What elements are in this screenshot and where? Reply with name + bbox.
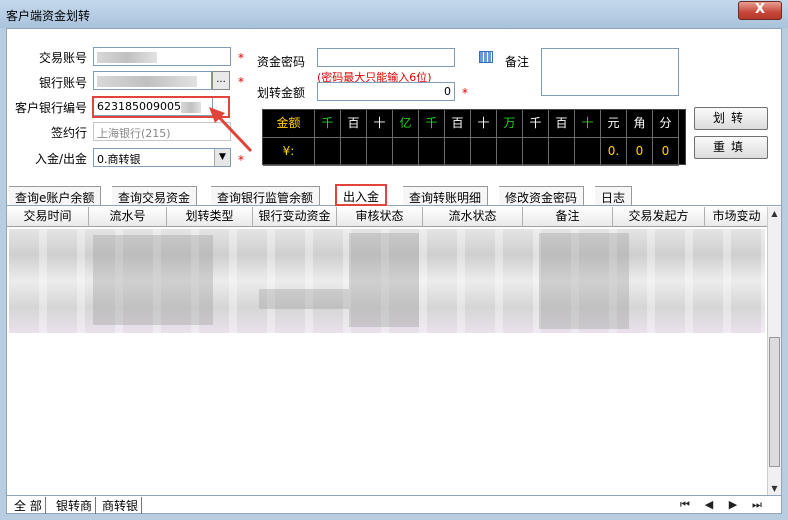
- transfer-window: 客户端资金划转 X 交易账号 * 银行账号 ... * 客户银行编号 62318…: [0, 0, 788, 520]
- vertical-scrollbar[interactable]: ▲ ▼: [767, 207, 781, 495]
- column-header[interactable]: 银行变动资金: [253, 207, 337, 227]
- amount-cell: [341, 138, 367, 166]
- tab-deposit-withdraw[interactable]: 出入金: [335, 184, 388, 206]
- column-header[interactable]: 划转类型: [167, 207, 253, 227]
- amount-cell: 百: [549, 110, 575, 138]
- amount-cell: 千: [419, 110, 445, 138]
- column-header[interactable]: 备注: [523, 207, 613, 227]
- remark-label: 备注: [505, 55, 530, 69]
- redacted-cell: [539, 233, 629, 329]
- amount-cell: [471, 138, 497, 166]
- amount-cell: 金额: [263, 110, 315, 138]
- bottom-tab-bank-to-trade[interactable]: 银转商: [53, 497, 97, 514]
- bottom-tab-trade-to-bank[interactable]: 商转银: [99, 497, 143, 514]
- sign-bank-label: 签约行: [50, 126, 87, 140]
- next-page-icon[interactable]: ▶: [725, 497, 741, 513]
- tab-change-fund-password[interactable]: 修改资金密码: [499, 186, 585, 205]
- amount-cell: 0: [653, 138, 679, 166]
- amount-cell: 分: [653, 110, 679, 138]
- required-mark: *: [238, 51, 244, 65]
- bottom-tab-all[interactable]: 全 部: [11, 497, 46, 514]
- amount-cell: 百: [445, 110, 471, 138]
- column-header[interactable]: 流水号: [89, 207, 167, 227]
- bank-customer-no-label: 客户银行编号: [14, 101, 87, 115]
- bottom-bar: 全 部 银转商 商转银 ⏮ ◀ ▶ ⏭: [7, 495, 781, 514]
- amount-cell: [367, 138, 393, 166]
- bank-account-input[interactable]: [93, 71, 212, 90]
- window-title: 客户端资金划转: [6, 9, 91, 23]
- fund-password-label: 资金密码: [257, 55, 306, 69]
- amount-cell: [393, 138, 419, 166]
- scroll-down-icon[interactable]: ▼: [768, 482, 781, 495]
- amount-cell: 0.: [601, 138, 627, 166]
- direction-value: 0.商转银: [97, 153, 141, 166]
- amount-cell: 百: [341, 110, 367, 138]
- amount-cell: 十: [367, 110, 393, 138]
- tab-log[interactable]: 日志: [595, 186, 633, 205]
- amount-cell: [549, 138, 575, 166]
- fund-password-input[interactable]: [317, 48, 455, 67]
- tab-transfer-detail[interactable]: 查询转账明细: [403, 186, 489, 205]
- column-header[interactable]: 审核状态: [337, 207, 423, 227]
- column-header[interactable]: 流水状态: [423, 207, 523, 227]
- transfer-form: 交易账号 * 银行账号 ... * 客户银行编号 623185009005 签约…: [7, 29, 781, 184]
- tab-e-account-balance[interactable]: 查询e账户余额: [9, 186, 102, 205]
- title-bar: 客户端资金划转 X: [0, 0, 788, 28]
- amount-cell: 0: [627, 138, 653, 166]
- amount-cell: 十: [471, 110, 497, 138]
- amount-cell: [419, 138, 445, 166]
- redacted-rows: [9, 229, 765, 333]
- amount-cell: [497, 138, 523, 166]
- close-button[interactable]: X: [738, 1, 782, 20]
- required-mark: *: [238, 153, 244, 167]
- client-area: 交易账号 * 银行账号 ... * 客户银行编号 623185009005 签约…: [6, 28, 782, 514]
- required-mark: *: [462, 86, 468, 100]
- amount-cell: 十: [575, 110, 601, 138]
- bank-account-browse-button[interactable]: ...: [212, 71, 230, 90]
- first-page-icon[interactable]: ⏮: [677, 497, 693, 513]
- amount-cell: 角: [627, 110, 653, 138]
- column-header[interactable]: 交易发起方: [613, 207, 705, 227]
- redacted-cell: [93, 235, 213, 325]
- remark-input[interactable]: [541, 48, 679, 96]
- required-mark: *: [238, 75, 244, 89]
- amount-cell: 千: [523, 110, 549, 138]
- amount-cell: [523, 138, 549, 166]
- redacted-cell: [349, 233, 419, 327]
- transfer-button[interactable]: 划转: [694, 107, 768, 130]
- amount-cell: [445, 138, 471, 166]
- amount-cell: 亿: [393, 110, 419, 138]
- amount-cell: [575, 138, 601, 166]
- direction-label: 入金/出金: [34, 152, 87, 166]
- transfer-amount-label: 划转金额: [257, 86, 306, 100]
- scroll-up-icon[interactable]: ▲: [768, 207, 781, 220]
- trade-account-input[interactable]: [93, 47, 231, 66]
- column-header[interactable]: 交易时间: [7, 207, 89, 227]
- annotation-arrow: [209, 107, 253, 153]
- last-page-icon[interactable]: ⏭: [749, 497, 765, 513]
- transfer-amount-input[interactable]: 0: [317, 82, 455, 101]
- redacted-cell: [259, 289, 349, 309]
- reset-button[interactable]: 重填: [694, 136, 768, 159]
- table-header: 交易时间 流水号 划转类型 银行变动资金 审核状态 流水状态 备注 交易发起方 …: [7, 207, 769, 227]
- amount-cell: [315, 138, 341, 166]
- tab-bar: 查询e账户余额 查询交易资金 查询银行监管余额 出入金 查询转账明细 修改资金密…: [7, 184, 781, 206]
- trade-account-label: 交易账号: [38, 51, 87, 65]
- table-body: [7, 227, 769, 495]
- amount-cell: 万: [497, 110, 523, 138]
- amount-cell: ¥:: [263, 138, 315, 166]
- bank-account-label: 银行账号: [38, 76, 87, 90]
- amount-display: 金额千百十亿千百十万千百十元角分 ¥: 0. 0 0: [262, 109, 686, 166]
- scroll-thumb[interactable]: [769, 337, 780, 467]
- prev-page-icon[interactable]: ◀: [701, 497, 717, 513]
- tab-bank-supervision-balance[interactable]: 查询银行监管余额: [211, 186, 321, 205]
- amount-cell: 千: [315, 110, 341, 138]
- amount-cell: 元: [601, 110, 627, 138]
- tab-trade-funds[interactable]: 查询交易资金: [112, 186, 198, 205]
- keyboard-icon[interactable]: [479, 51, 493, 63]
- column-header[interactable]: 市场变动: [705, 207, 769, 227]
